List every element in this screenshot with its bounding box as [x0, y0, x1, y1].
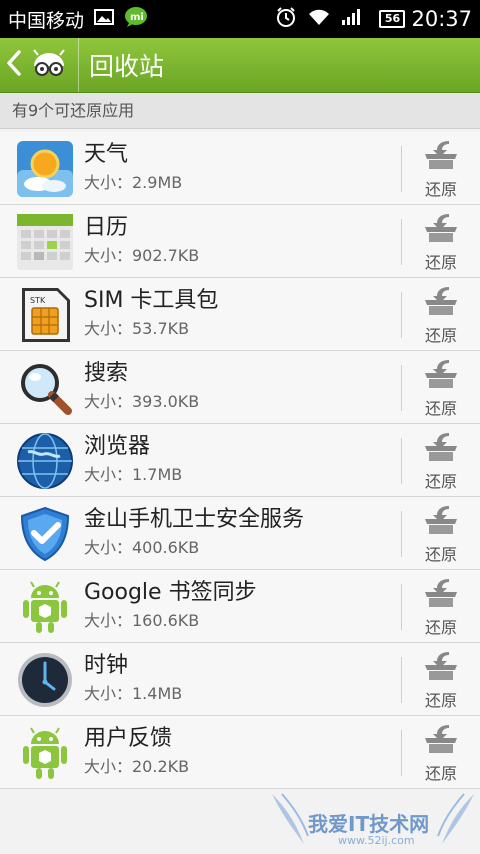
app-size: 大小：902.7KB	[84, 246, 200, 265]
app-name: Google 书签同步	[84, 580, 257, 605]
restore-button[interactable]: 还原	[410, 138, 472, 200]
restore-label: 还原	[424, 472, 457, 491]
list-item: 日历 大小：902.7KB 还原	[0, 205, 480, 278]
restorable-count-header: 有9个可还原应用	[0, 93, 480, 129]
back-arrow-icon	[6, 50, 22, 80]
app-size: 大小：400.6KB	[84, 538, 200, 557]
app-name: 日历	[84, 215, 129, 240]
list-item: 天气 大小：2.9MB 还原	[0, 132, 480, 205]
divider	[401, 365, 402, 411]
watermark-url: www.52ij.com	[338, 834, 415, 847]
android-icon	[16, 578, 74, 636]
list-item: 用户反馈 大小：20.2KB 还原	[0, 716, 480, 789]
restore-label: 还原	[424, 691, 457, 710]
divider	[401, 511, 402, 557]
restore-icon	[425, 652, 457, 680]
list-item: 搜索 大小：393.0KB 还原	[0, 351, 480, 424]
app-size: 大小：53.7KB	[84, 319, 190, 338]
restore-icon	[425, 287, 457, 315]
list-item: 时钟 大小：1.4MB 还原	[0, 643, 480, 716]
restore-button[interactable]: 还原	[410, 211, 472, 273]
image-notification-icon	[94, 9, 115, 29]
restore-icon	[425, 141, 457, 169]
restore-icon	[425, 579, 457, 607]
divider	[401, 584, 402, 630]
watermark-text: 我爱IT技术网	[308, 812, 430, 836]
restore-icon	[425, 433, 457, 461]
list-item: Google 书签同步 大小：160.6KB 还原	[0, 570, 480, 643]
restore-button[interactable]: 还原	[410, 357, 472, 419]
app-logo-icon	[28, 48, 70, 82]
search-icon	[16, 359, 74, 417]
restore-label: 还原	[424, 545, 457, 564]
divider	[401, 438, 402, 484]
back-button[interactable]	[0, 38, 79, 92]
restore-icon	[425, 360, 457, 388]
restore-label: 还原	[424, 180, 457, 199]
app-list: 天气 大小：2.9MB 还原 日历 大小：902.7KB 还原 STK SIM …	[0, 132, 480, 789]
app-name: 浏览器	[84, 434, 151, 459]
app-size: 大小：160.6KB	[84, 611, 200, 630]
restore-button[interactable]: 还原	[410, 576, 472, 638]
restore-button[interactable]: 还原	[410, 503, 472, 565]
calendar-icon	[16, 213, 74, 271]
app-name: 金山手机卫士安全服务	[84, 507, 305, 532]
weather-icon	[16, 140, 74, 198]
app-size: 大小：20.2KB	[84, 757, 190, 776]
browser-globe-icon	[16, 432, 74, 490]
app-name: 用户反馈	[84, 726, 173, 751]
app-name: SIM 卡工具包	[84, 288, 219, 313]
restore-label: 还原	[424, 253, 457, 272]
sim-card-icon: STK	[16, 286, 74, 344]
android-icon	[16, 724, 74, 782]
shield-icon	[16, 505, 74, 563]
divider	[401, 219, 402, 265]
svg-text:mi: mi	[130, 12, 144, 23]
status-bar: 中国移动 mi 56 20:37	[0, 0, 480, 38]
divider	[401, 730, 402, 776]
restore-button[interactable]: 还原	[410, 722, 472, 784]
app-size: 大小：1.4MB	[84, 684, 183, 703]
restore-label: 还原	[424, 764, 457, 783]
divider	[401, 146, 402, 192]
list-item: STK SIM 卡工具包 大小：53.7KB 还原	[0, 278, 480, 351]
restore-button[interactable]: 还原	[410, 430, 472, 492]
page-title: 回收站	[89, 52, 165, 81]
restore-label: 还原	[424, 399, 457, 418]
watermark: 我爱IT技术网 www.52ij.com	[268, 790, 478, 850]
carrier-label: 中国移动	[8, 9, 85, 32]
list-item: 浏览器 大小：1.7MB 还原	[0, 424, 480, 497]
app-size: 大小：393.0KB	[84, 392, 200, 411]
svg-text:STK: STK	[30, 296, 46, 305]
divider	[401, 292, 402, 338]
alarm-icon	[275, 6, 297, 32]
restore-button[interactable]: 还原	[410, 284, 472, 346]
action-bar: 回收站	[0, 38, 480, 93]
restore-button[interactable]: 还原	[410, 649, 472, 711]
divider	[401, 657, 402, 703]
clock-time: 20:37	[411, 7, 472, 31]
mi-talk-icon: mi	[124, 6, 148, 32]
restore-label: 还原	[424, 618, 457, 637]
battery-indicator: 56	[379, 10, 406, 28]
restore-icon	[425, 725, 457, 753]
app-name: 搜索	[84, 361, 129, 386]
app-size: 大小：2.9MB	[84, 173, 183, 192]
restore-label: 还原	[424, 326, 457, 345]
app-size: 大小：1.7MB	[84, 465, 183, 484]
app-name: 时钟	[84, 653, 129, 678]
app-name: 天气	[84, 142, 129, 167]
wifi-icon	[307, 8, 331, 30]
restore-icon	[425, 506, 457, 534]
clock-icon	[16, 651, 74, 709]
list-item: 金山手机卫士安全服务 大小：400.6KB 还原	[0, 497, 480, 570]
signal-icon	[341, 8, 361, 30]
restore-icon	[425, 214, 457, 242]
